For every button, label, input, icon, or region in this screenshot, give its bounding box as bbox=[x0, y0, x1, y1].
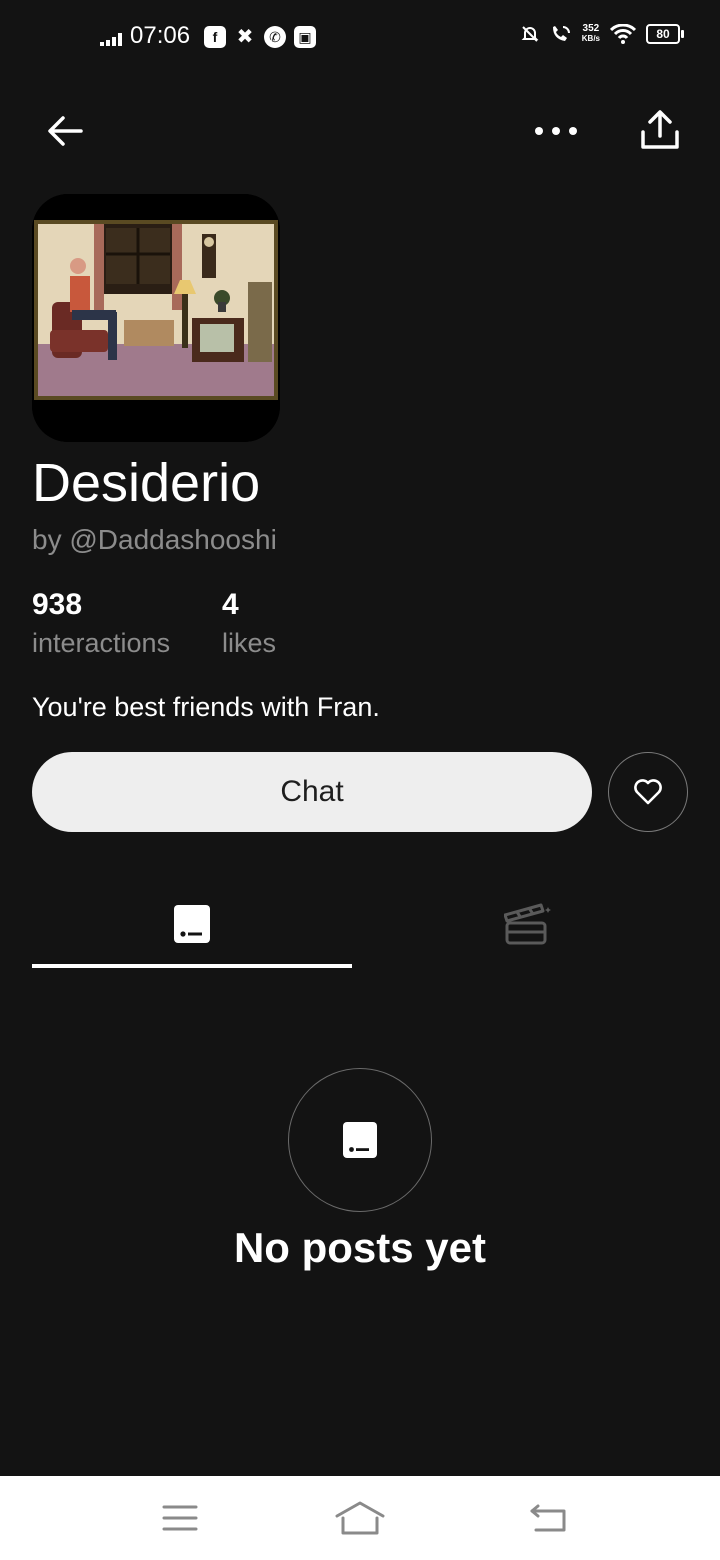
empty-state-message: No posts yet bbox=[233, 1224, 487, 1271]
mute-bell-icon bbox=[521, 26, 539, 42]
heart-icon bbox=[634, 779, 662, 805]
chat-button[interactable]: Chat bbox=[32, 752, 592, 832]
home-button[interactable] bbox=[320, 1490, 400, 1546]
post-icon bbox=[174, 905, 210, 943]
recent-apps-button[interactable] bbox=[140, 1490, 220, 1546]
network-speed: 352 KB/s bbox=[581, 23, 600, 44]
like-button[interactable] bbox=[608, 752, 688, 832]
status-time: 07:06 bbox=[130, 22, 191, 49]
back-nav-button[interactable] bbox=[508, 1490, 588, 1546]
tab-media[interactable] bbox=[368, 880, 688, 968]
status-right: 352 KB/s 80 bbox=[520, 23, 684, 44]
status-app-icons: f ✖ ✆ ▣ bbox=[204, 26, 316, 48]
back-button[interactable] bbox=[40, 106, 90, 156]
call-wifi-icon bbox=[552, 26, 570, 41]
author-link[interactable]: by @Daddashooshi bbox=[32, 524, 277, 556]
tab-posts[interactable] bbox=[32, 880, 352, 968]
more-options-button[interactable] bbox=[528, 106, 584, 156]
status-bar: 07:06 f ✖ ✆ ▣ 352 KB/s 80 bbox=[0, 0, 720, 78]
battery-indicator: 80 bbox=[646, 24, 684, 44]
wifi-icon bbox=[610, 24, 636, 44]
character-description: You're best friends with Fran. bbox=[32, 692, 380, 722]
active-tab-indicator bbox=[32, 964, 352, 968]
share-button[interactable] bbox=[632, 102, 688, 158]
character-name: Desiderio bbox=[32, 453, 261, 513]
clapperboard-icon bbox=[504, 903, 551, 945]
back-nav-icon bbox=[530, 1504, 566, 1532]
more-horizontal-icon bbox=[535, 127, 577, 135]
avatar-image bbox=[32, 194, 280, 442]
empty-state-icon-circle bbox=[288, 1068, 432, 1212]
post-icon bbox=[343, 1122, 377, 1158]
likes-count: 4 bbox=[222, 588, 239, 621]
chat-button-label: Chat bbox=[280, 775, 344, 808]
menu-icon bbox=[162, 1505, 198, 1531]
app-icon: ▣ bbox=[294, 26, 316, 48]
share-icon bbox=[641, 110, 679, 149]
home-icon bbox=[335, 1501, 385, 1535]
app-icon: ✖ bbox=[236, 26, 254, 48]
likes-label: likes bbox=[222, 628, 277, 658]
signal-icon bbox=[100, 33, 122, 46]
arrow-left-icon bbox=[48, 116, 83, 146]
whatsapp-icon: ✆ bbox=[264, 26, 286, 48]
facebook-icon: f bbox=[204, 26, 226, 48]
interactions-count: 938 bbox=[32, 588, 83, 621]
character-avatar bbox=[32, 194, 280, 442]
interactions-label: interactions bbox=[32, 628, 171, 658]
